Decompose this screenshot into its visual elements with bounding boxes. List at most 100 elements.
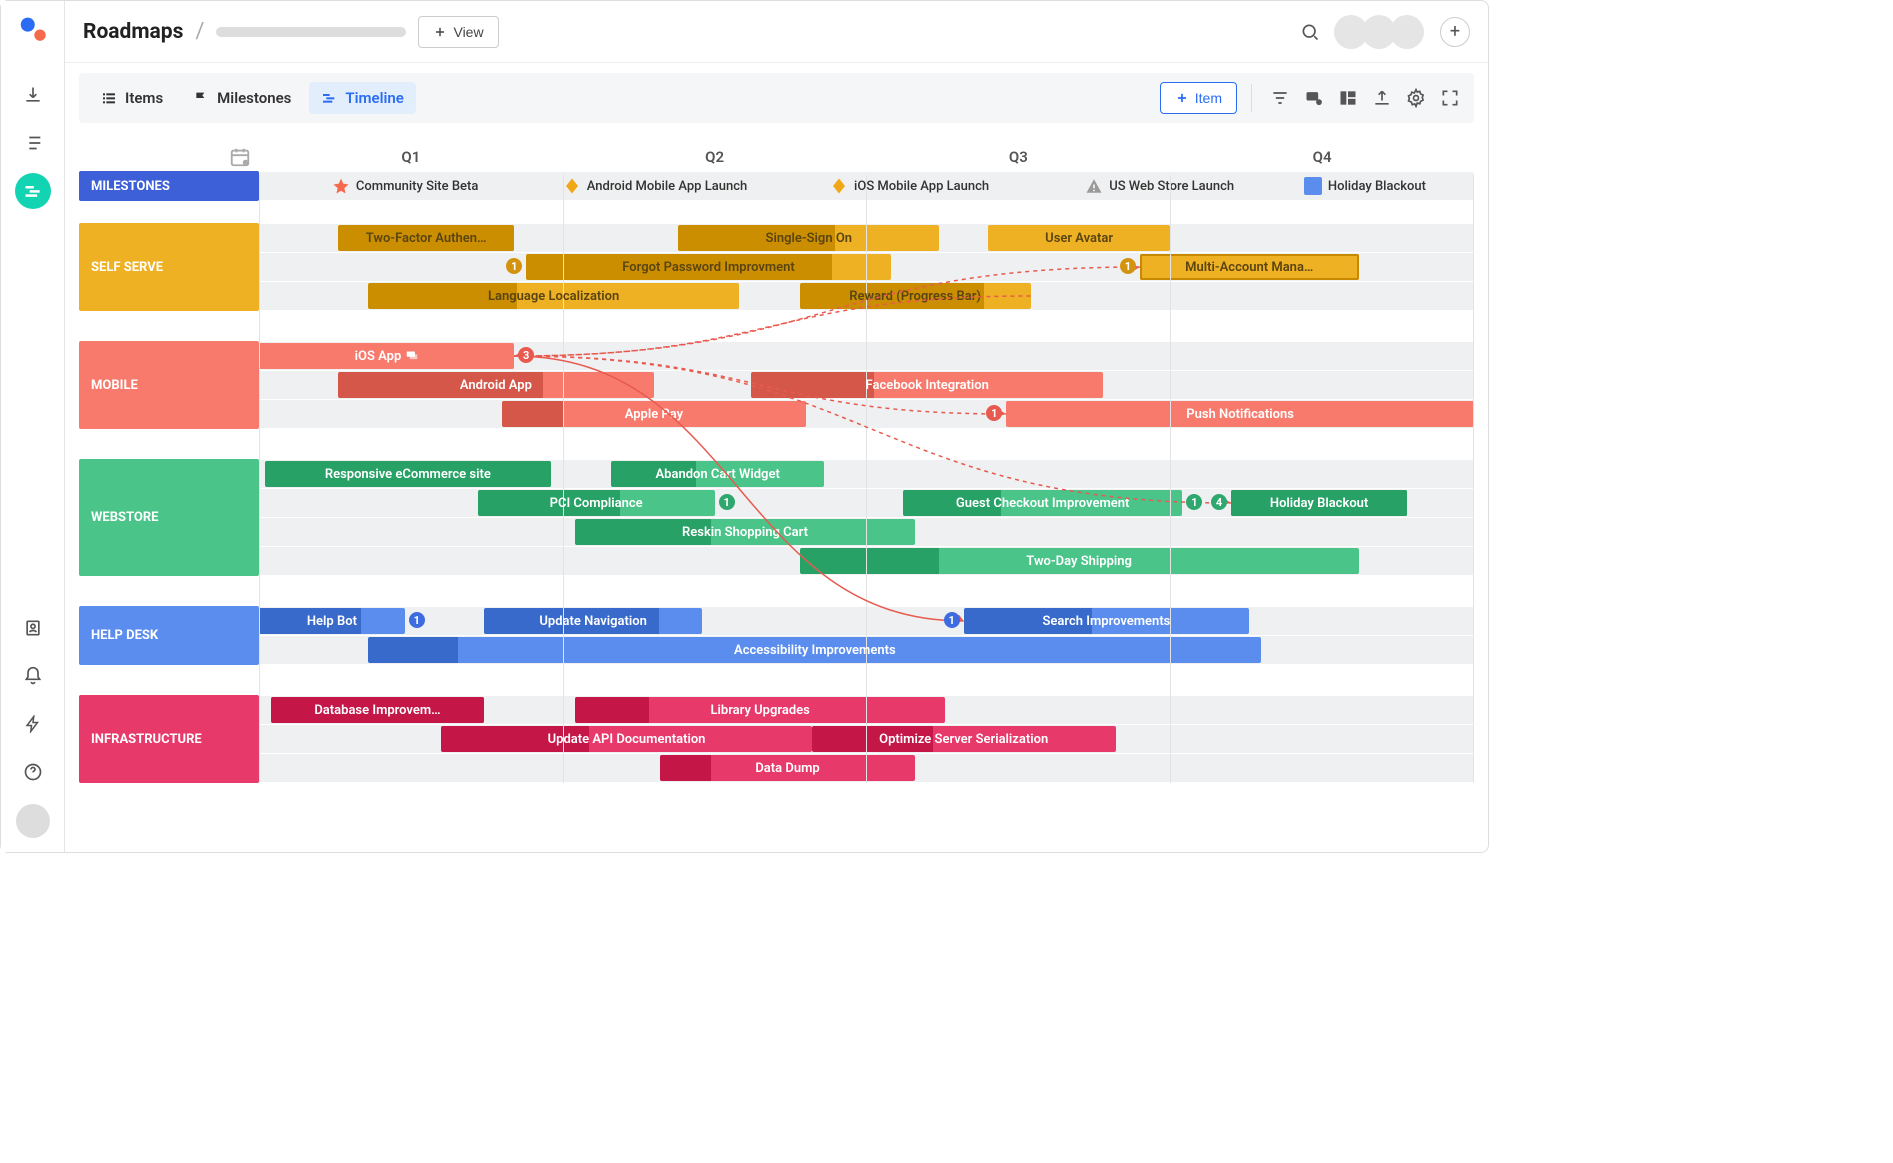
presence-avatar-3[interactable] xyxy=(1390,15,1424,49)
timeline-bar[interactable]: Language Localization xyxy=(368,283,739,309)
dependency-badge[interactable]: 1 xyxy=(719,494,735,510)
timeline-bar[interactable]: User Avatar xyxy=(988,225,1170,251)
sidebar-timeline-icon[interactable] xyxy=(15,173,51,209)
dependency-badge[interactable]: 4 xyxy=(1211,494,1227,510)
share-icon[interactable] xyxy=(1368,84,1396,112)
timeline-bar[interactable]: Facebook Integration xyxy=(751,372,1103,398)
dependency-badge[interactable]: 3 xyxy=(518,347,534,363)
timeline-bar[interactable]: Forgot Password Improvment xyxy=(526,254,891,280)
timeline-bar[interactable]: Accessibility Improvements xyxy=(368,637,1261,663)
sidebar-nav xyxy=(1,1,65,852)
milestones-label: MILESTONES xyxy=(79,171,259,201)
tab-milestones[interactable]: Milestones xyxy=(181,82,303,114)
timeline-bar[interactable]: Help Bot xyxy=(259,608,405,634)
dependency-badge[interactable]: 1 xyxy=(986,405,1002,421)
search-icon[interactable] xyxy=(1296,18,1324,46)
page-title: Roadmaps xyxy=(83,20,183,44)
timeline-bar[interactable]: Responsive eCommerce site xyxy=(265,461,551,487)
track: iOS App 3 xyxy=(259,342,1474,370)
timeline-bar[interactable]: Optimize Server Serialization xyxy=(812,726,1116,752)
track: Reskin Shopping Cart xyxy=(259,518,1474,546)
add-item-button[interactable]: Item xyxy=(1160,82,1237,114)
timeline-bar[interactable]: Search Improvements xyxy=(964,608,1250,634)
timeline-bar[interactable]: Library Upgrades xyxy=(575,697,946,723)
timeline-bar[interactable]: Apple Pay xyxy=(502,401,806,427)
tab-items[interactable]: Items xyxy=(89,82,175,114)
tab-timeline[interactable]: Timeline xyxy=(309,82,415,114)
timeline-bar[interactable]: Update API Documentation xyxy=(441,726,812,752)
milestone[interactable]: US Web Store Launch xyxy=(1085,173,1234,199)
track: Two-Day Shipping xyxy=(259,547,1474,575)
swimlane-infrastructure: INFRASTRUCTURE Database Improvem… Library … xyxy=(79,695,1474,783)
timeline-bar[interactable]: iOS App xyxy=(259,343,514,369)
layout-icon[interactable] xyxy=(1334,84,1362,112)
breadcrumb-placeholder xyxy=(216,27,406,37)
tab-timeline-label: Timeline xyxy=(345,89,403,107)
timeline-bar[interactable]: Multi-Account Mana… xyxy=(1140,254,1359,280)
timeline-bar[interactable]: Two-Factor Authen… xyxy=(338,225,514,251)
swimlane-selfserve: SELF SERVE Two-Factor Authen… Single-Sign … xyxy=(79,223,1474,311)
timeline-bar[interactable]: Reskin Shopping Cart xyxy=(575,519,915,545)
sidebar-help-icon[interactable] xyxy=(15,754,51,790)
swimlane-webstore: WEBSTOREResponsive eCommerce siteAbandon… xyxy=(79,459,1474,576)
quarters-header: Q1Q2Q3Q4 xyxy=(79,143,1474,171)
tab-items-label: Items xyxy=(125,89,163,107)
dependency-badge[interactable]: 1 xyxy=(1186,494,1202,510)
timeline-bar[interactable]: Reward (Progress Bar) xyxy=(800,283,1031,309)
timeline-bar[interactable]: Data Dump xyxy=(660,755,915,781)
milestone[interactable]: Holiday Blackout xyxy=(1304,173,1426,199)
filter-icon[interactable] xyxy=(1266,84,1294,112)
timeline-bar[interactable]: Push Notifications xyxy=(1006,401,1474,427)
milestone[interactable]: Android Mobile App Launch xyxy=(563,173,747,199)
track: Data Dump xyxy=(259,754,1474,782)
quarter-header: Q4 xyxy=(1170,148,1474,166)
timeline-bar[interactable]: Abandon Cart Widget xyxy=(611,461,824,487)
swimlane-label: SELF SERVE xyxy=(79,223,259,311)
swimlane-label: MOBILE xyxy=(79,341,259,429)
timeline-bar[interactable]: Two-Day Shipping xyxy=(800,548,1359,574)
timeline-bar[interactable]: PCI Compliance xyxy=(478,490,715,516)
dependency-badge[interactable]: 1 xyxy=(1120,258,1136,274)
sidebar-bolt-icon[interactable] xyxy=(15,706,51,742)
add-view-label: View xyxy=(453,24,483,40)
app-logo xyxy=(19,15,47,43)
timeline-bar[interactable]: Database Improvem… xyxy=(271,697,484,723)
view-tabs-bar: Items Milestones Timeline Item xyxy=(79,73,1474,123)
timeline-bar[interactable]: Holiday Blackout xyxy=(1231,490,1407,516)
add-button[interactable]: + xyxy=(1440,17,1470,47)
link-icon[interactable] xyxy=(1300,84,1328,112)
dependency-badge[interactable]: 1 xyxy=(409,612,425,628)
milestone[interactable]: iOS Mobile App Launch xyxy=(830,173,989,199)
user-avatar[interactable] xyxy=(16,804,50,838)
swimlane-mobile: MOBILEiOS App 3Android AppFacebook Integ… xyxy=(79,341,1474,429)
timeline-bar[interactable]: Guest Checkout Improvement xyxy=(903,490,1182,516)
quarter-header: Q2 xyxy=(563,148,867,166)
sidebar-download-icon[interactable] xyxy=(15,77,51,113)
calendar-icon[interactable] xyxy=(229,146,251,168)
tab-milestones-label: Milestones xyxy=(217,89,291,107)
timeline-bar[interactable]: Android App xyxy=(338,372,654,398)
track: Database Improvem… Library Upgrades xyxy=(259,696,1474,724)
swimlane-label: INFRASTRUCTURE xyxy=(79,695,259,783)
sidebar-contact-icon[interactable] xyxy=(15,610,51,646)
dependency-badge[interactable]: 1 xyxy=(944,612,960,628)
quarter-header: Q1 xyxy=(259,148,563,166)
dependency-badge[interactable]: 1 xyxy=(506,258,522,274)
swimlane-label: HELP DESK xyxy=(79,606,259,665)
fullscreen-icon[interactable] xyxy=(1436,84,1464,112)
track: Language Localization Reward (Progress Ba… xyxy=(259,282,1474,310)
timeline-bar[interactable]: Single-Sign On xyxy=(678,225,939,251)
milestone[interactable]: Community Site Beta xyxy=(332,173,478,199)
breadcrumb-separator: / xyxy=(195,19,204,44)
gear-icon[interactable] xyxy=(1402,84,1430,112)
swimlane-helpdesk: HELP DESKHelp Bot1Update NavigationSearc… xyxy=(79,606,1474,665)
timeline-bar[interactable]: Update Navigation xyxy=(484,608,703,634)
track: Update API DocumentationOptimize Server … xyxy=(259,725,1474,753)
add-view-button[interactable]: View xyxy=(418,16,498,48)
quarter-header: Q3 xyxy=(867,148,1171,166)
track: Accessibility Improvements xyxy=(259,636,1474,664)
track: Apple Pay Push Notifications1 xyxy=(259,400,1474,428)
milestone-row: MILESTONES Community Site Beta Android Mob… xyxy=(79,171,1474,201)
sidebar-bell-icon[interactable] xyxy=(15,658,51,694)
sidebar-list-icon[interactable] xyxy=(15,125,51,161)
